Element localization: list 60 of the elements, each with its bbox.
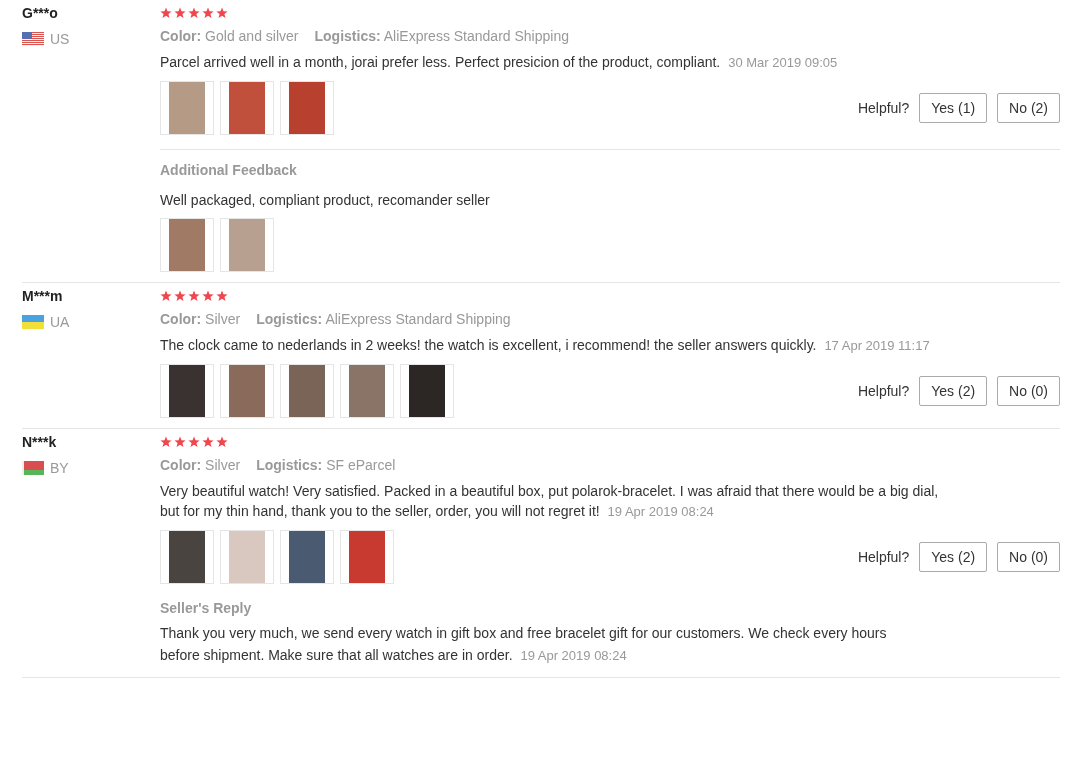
country-code: UA <box>50 314 70 330</box>
reviewer-name: M***m <box>22 288 63 304</box>
helpful-label: Helpful? <box>857 383 910 399</box>
star-icon <box>202 7 214 19</box>
logistics-info: Logistics: SF eParcel <box>256 457 396 473</box>
star-icon <box>160 7 172 19</box>
logistics-info: Logistics: AliExpress Standard Shipping <box>314 28 569 44</box>
star-icon <box>188 290 200 302</box>
photo-thumbnail[interactable] <box>340 364 394 418</box>
photo-thumbnail[interactable] <box>280 530 334 584</box>
photo-thumbnail[interactable] <box>160 81 214 135</box>
seller-reply-title: Seller's Reply <box>160 600 253 616</box>
photo-thumbnail[interactable] <box>220 218 274 272</box>
star-icon <box>174 290 186 302</box>
reviewer-name: N***k <box>22 434 57 450</box>
review-text: Very beautiful watch! Very satisfied. Packed in a beautiful box, put polarok-bracelet. I was afraid that there would be a big dial, but for my thin hand, thank you to the seller, order, you will not regret it! 19 Apr 2019 08:24 <box>160 482 940 521</box>
additional-feedback-text: Well packaged, compliant product, recomander seller <box>160 191 491 210</box>
star-icon <box>202 436 214 448</box>
photo-thumbnail[interactable] <box>400 364 454 418</box>
star-icon <box>188 7 200 19</box>
star-icon <box>216 7 228 19</box>
flag-icon <box>22 32 44 46</box>
photo-thumbnail[interactable] <box>160 530 214 584</box>
color-info: Color: Silver <box>160 311 241 327</box>
star-icon <box>174 7 186 19</box>
seller-reply-text: Thank you very much, we send every watch in gift box and free bracelet gift for our customers. We check every hours before shipment. Make sure that all watches are in order. 19 Apr 2019 08:24 <box>160 624 888 665</box>
star-icon <box>202 290 214 302</box>
country-code: US <box>50 31 70 47</box>
no-button[interactable]: No (0) <box>997 542 1060 572</box>
star-icon <box>160 290 172 302</box>
review-text: The clock came to nederlands in 2 weeks! the watch is excellent, i recommend! the seller answers quickly. 17 Apr 2019 11:17 <box>160 336 931 355</box>
star-icon <box>216 290 228 302</box>
helpful-label: Helpful? <box>857 100 910 116</box>
star-icon <box>216 436 228 448</box>
additional-feedback-title: Additional Feedback <box>160 162 298 178</box>
photo-thumbnail[interactable] <box>220 364 274 418</box>
flag-icon <box>22 315 44 329</box>
yes-button[interactable]: Yes (2) <box>919 376 988 406</box>
color-info: Color: Silver <box>160 457 241 473</box>
photo-thumbnail[interactable] <box>160 364 214 418</box>
helpful-label: Helpful? <box>857 549 910 565</box>
no-button[interactable]: No (2) <box>997 93 1060 123</box>
flag-icon <box>22 461 44 475</box>
logistics-info: Logistics: AliExpress Standard Shipping <box>256 311 511 327</box>
country-code: BY <box>50 460 69 476</box>
photo-thumbnail[interactable] <box>280 81 334 135</box>
review-text: Parcel arrived well in a month, jorai prefer less. Perfect presicion of the product, compliant. 30 Mar 2019 09:05 <box>160 53 839 72</box>
yes-button[interactable]: Yes (1) <box>919 93 988 123</box>
photo-thumbnail[interactable] <box>160 218 214 272</box>
star-icon <box>188 436 200 448</box>
photo-thumbnail[interactable] <box>280 364 334 418</box>
star-icon <box>160 436 172 448</box>
yes-button[interactable]: Yes (2) <box>919 542 988 572</box>
no-button[interactable]: No (0) <box>997 376 1060 406</box>
star-icon <box>174 436 186 448</box>
photo-thumbnail[interactable] <box>220 81 274 135</box>
photo-thumbnail[interactable] <box>340 530 394 584</box>
reviewer-name: G***o <box>22 5 58 21</box>
color-info: Color: Gold and silver <box>160 28 299 44</box>
photo-thumbnail[interactable] <box>220 530 274 584</box>
